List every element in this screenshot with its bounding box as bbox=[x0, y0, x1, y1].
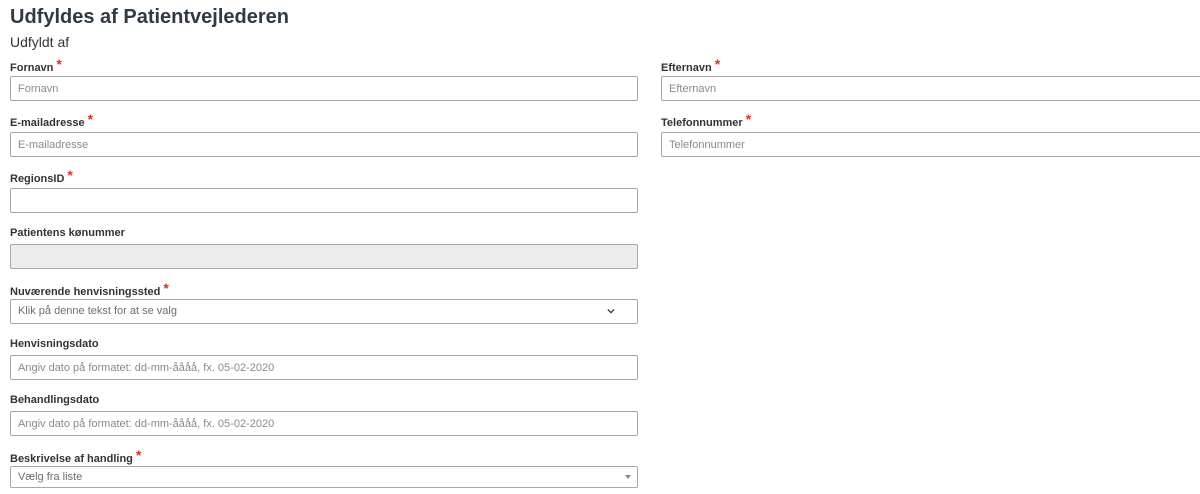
chevron-down-icon bbox=[607, 308, 615, 314]
required-marker: * bbox=[56, 56, 62, 72]
konummer-input bbox=[10, 244, 638, 269]
henvisningssted-dropdown[interactable]: Klik på denne tekst for at se valg bbox=[10, 299, 638, 324]
fornavn-input[interactable] bbox=[10, 76, 638, 101]
caret-down-icon bbox=[625, 475, 631, 479]
behandlingsdato-label-text: Behandlingsdato bbox=[10, 394, 100, 406]
henvisningsdato-input[interactable] bbox=[10, 355, 638, 380]
efternavn-label-text: Efternavn bbox=[661, 62, 712, 74]
fornavn-label: Fornavn * bbox=[10, 56, 62, 74]
page-subtitle: Udfyldt af bbox=[10, 34, 70, 50]
email-label: E-mailadresse * bbox=[10, 111, 94, 129]
required-marker: * bbox=[714, 56, 721, 72]
henvisningssted-selected: Klik på denne tekst for at se valg bbox=[18, 305, 177, 317]
page-title: Udfyldes af Patientvejlederen bbox=[10, 6, 289, 28]
henvisningsdato-label: Henvisningsdato bbox=[10, 338, 99, 350]
regionsid-input[interactable] bbox=[10, 188, 638, 213]
regionsid-label-text: RegionsID bbox=[10, 173, 65, 185]
efternavn-label: Efternavn * bbox=[661, 56, 721, 74]
beskrivelse-label-text: Beskrivelse af handling bbox=[10, 453, 133, 465]
henvisningsdato-label-text: Henvisningsdato bbox=[10, 338, 99, 350]
required-marker: * bbox=[135, 447, 142, 463]
telefon-label-text: Telefonnummer bbox=[661, 117, 743, 129]
behandlingsdato-label: Behandlingsdato bbox=[10, 394, 99, 406]
konummer-label: Patientens kønummer bbox=[10, 227, 125, 239]
konummer-label-text: Patientens kønummer bbox=[10, 227, 125, 239]
required-marker: * bbox=[745, 111, 752, 127]
form-page: Udfyldes af Patientvejlederen Udfyldt af… bbox=[0, 0, 1200, 494]
henvisningssted-label-text: Nuværende henvisningssted bbox=[10, 286, 161, 298]
email-input[interactable] bbox=[10, 132, 638, 157]
fornavn-label-text: Fornavn bbox=[10, 62, 54, 74]
required-marker: * bbox=[67, 167, 73, 183]
telefon-input[interactable] bbox=[661, 132, 1200, 157]
required-marker: * bbox=[163, 280, 169, 296]
email-label-text: E-mailadresse bbox=[10, 117, 85, 129]
behandlingsdato-input[interactable] bbox=[10, 411, 638, 436]
telefon-label: Telefonnummer * bbox=[661, 111, 752, 129]
required-marker: * bbox=[87, 111, 94, 127]
beskrivelse-label: Beskrivelse af handling * bbox=[10, 447, 142, 465]
beskrivelse-select[interactable]: Vælg fra liste bbox=[10, 466, 638, 488]
beskrivelse-selected: Vælg fra liste bbox=[18, 471, 83, 483]
regionsid-label: RegionsID * bbox=[10, 167, 73, 185]
efternavn-input[interactable] bbox=[661, 76, 1200, 101]
henvisningssted-label: Nuværende henvisningssted * bbox=[10, 280, 169, 298]
